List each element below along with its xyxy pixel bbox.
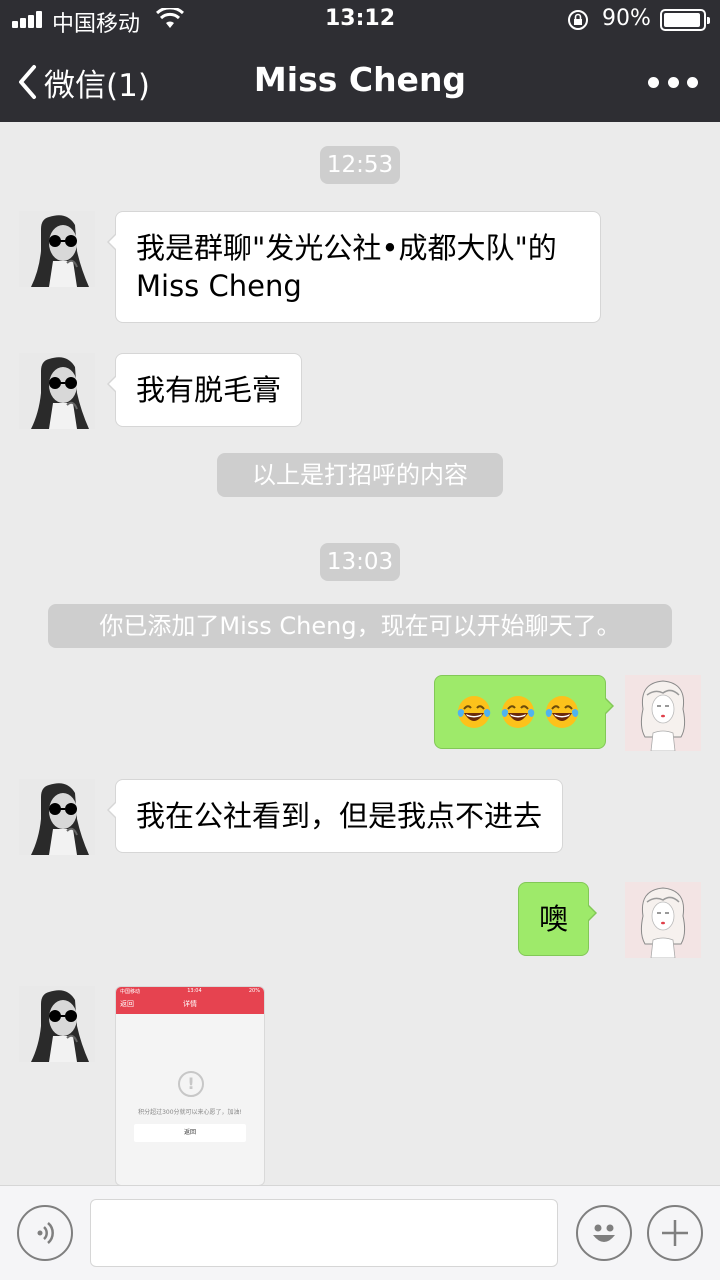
page-title: Miss Cheng — [253, 60, 467, 99]
voice-button[interactable] — [17, 1205, 73, 1261]
timestamp: 13:03 — [320, 543, 400, 581]
face-with-tears-of-joy-icon — [545, 696, 579, 728]
contact-avatar[interactable] — [19, 211, 95, 287]
girl-sketch-avatar-icon — [625, 882, 701, 958]
image-body-text: 积分超过300分就可以来心愿了，加油! — [138, 1109, 242, 1116]
face-with-tears-of-joy-icon — [501, 696, 535, 728]
image-header: 中国移动 13:04 20% 返回 详情 — [116, 987, 264, 1014]
plus-icon — [662, 1220, 688, 1246]
image-carrier: 中国移动 — [120, 989, 141, 995]
input-bar — [0, 1185, 720, 1280]
battery-percent: 90% — [602, 6, 651, 31]
rotation-lock-icon — [568, 10, 588, 30]
face-with-tears-of-joy-icon — [457, 696, 491, 728]
my-avatar[interactable] — [625, 675, 701, 751]
nav-bar: 微信(1) Miss Cheng — [0, 40, 720, 122]
image-battery: 20% — [248, 988, 260, 994]
more-dots-icon — [648, 76, 659, 88]
system-notice: 以上是打招呼的内容 — [217, 453, 503, 497]
voice-icon — [37, 1222, 54, 1244]
message-input[interactable] — [91, 1200, 557, 1266]
more-options-button[interactable] — [648, 72, 698, 92]
message-input-box[interactable] — [90, 1199, 558, 1267]
incoming-message[interactable]: 我是群聊"发光公社•成都大队"的Miss Cheng — [107, 211, 601, 323]
emoji-row — [455, 693, 585, 731]
outgoing-message[interactable] — [434, 675, 614, 749]
smiley-icon — [593, 1224, 615, 1242]
girl-sketch-avatar-icon — [625, 675, 701, 751]
image-title: 详情 — [183, 1000, 197, 1008]
system-notice: 你已添加了Miss Cheng，现在可以开始聊天了。 — [48, 604, 672, 648]
status-bar: 中国移动 13:12 90% — [0, 0, 720, 40]
woman-sunglasses-avatar-icon — [19, 986, 95, 1062]
contact-avatar[interactable] — [19, 986, 95, 1062]
woman-sunglasses-avatar-icon — [19, 779, 95, 855]
top-bar: 中国移动 13:12 90% 微信(1) Miss Cheng — [0, 0, 720, 122]
battery-icon — [660, 9, 710, 31]
warning-icon: ! — [178, 1071, 204, 1097]
my-avatar[interactable] — [625, 882, 701, 958]
incoming-message[interactable]: 我在公社看到，但是我点不进去 — [106, 779, 564, 853]
image-message[interactable]: 中国移动 13:04 20% 返回 详情 ! 积分超过300分就可以来心愿了，加… — [115, 986, 265, 1185]
emoji-button[interactable] — [576, 1205, 632, 1261]
timestamp: 12:53 — [320, 146, 400, 184]
contact-avatar[interactable] — [19, 779, 95, 855]
image-return-button: 返回 — [134, 1124, 246, 1142]
woman-sunglasses-avatar-icon — [19, 353, 95, 429]
incoming-message[interactable]: 我有脱毛膏 — [106, 353, 303, 427]
woman-sunglasses-avatar-icon — [19, 211, 95, 287]
contact-avatar[interactable] — [19, 353, 95, 429]
chat-area[interactable]: 12:53 我是群聊"发光公社•成都大队"的Miss Cheng 我有脱毛膏 以… — [0, 122, 720, 1185]
outgoing-message[interactable]: 噢 — [518, 882, 598, 956]
image-time: 13:04 — [187, 988, 202, 994]
more-functions-button[interactable] — [647, 1205, 703, 1261]
